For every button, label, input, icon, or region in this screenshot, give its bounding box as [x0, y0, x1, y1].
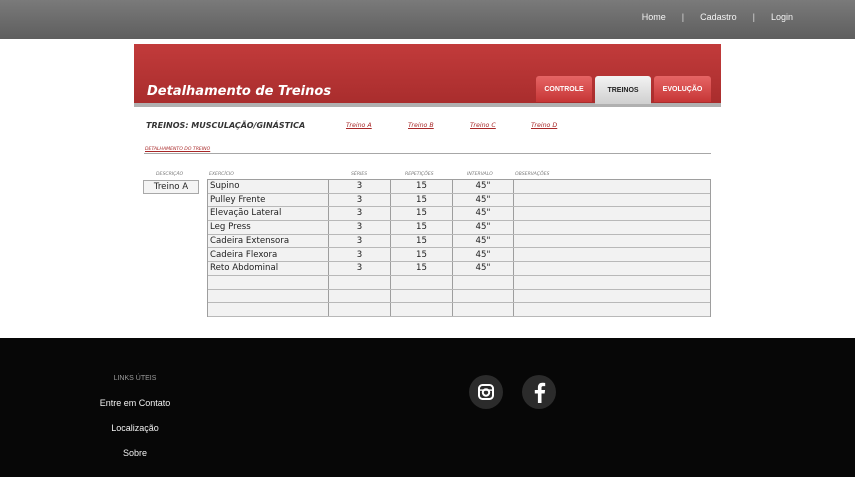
cell-repeticoes[interactable]: 15	[391, 194, 452, 208]
col-descricao-label: DESCRIÇÃO	[156, 172, 184, 177]
table-row: Elevação Lateral 3 15 45"	[208, 207, 710, 222]
cell-observacoes[interactable]	[515, 207, 709, 221]
cell-observacoes[interactable]	[515, 303, 709, 317]
cell-intervalo[interactable]: 45"	[453, 249, 513, 263]
cell-exercicio[interactable]: Cadeira Extensora	[210, 235, 326, 249]
cell-exercicio[interactable]	[210, 303, 326, 317]
table-row: Cadeira Extensora 3 15 45"	[208, 235, 710, 249]
cell-observacoes[interactable]	[515, 194, 709, 208]
footer-link-localizacao[interactable]: Localização	[55, 423, 215, 433]
tab-treinos[interactable]: TREINOS	[595, 76, 651, 104]
cell-observacoes[interactable]	[515, 262, 709, 276]
table-row	[208, 303, 710, 317]
cell-intervalo[interactable]: 45"	[453, 262, 513, 276]
section-title: TREINOS: MUSCULAÇÃO/GINÁSTICA	[146, 121, 306, 130]
cell-series[interactable]: 3	[329, 221, 390, 235]
cell-repeticoes[interactable]: 15	[391, 249, 452, 263]
nav-separator: |	[752, 12, 755, 22]
table-row: Reto Abdominal 3 15 45"	[208, 262, 710, 276]
cell-intervalo[interactable]: 45"	[453, 194, 513, 208]
treino-d-link[interactable]: Treino D	[531, 122, 557, 129]
cell-repeticoes[interactable]: 15	[391, 221, 452, 235]
treino-b-link[interactable]: Treino B	[408, 122, 434, 129]
cell-intervalo[interactable]	[453, 290, 513, 304]
cell-series[interactable]: 3	[329, 249, 390, 263]
cell-exercicio[interactable]: Elevação Lateral	[210, 207, 326, 221]
cell-exercicio[interactable]: Reto Abdominal	[210, 262, 326, 276]
cell-intervalo[interactable]: 45"	[453, 180, 513, 194]
col-intervalo-label: INTERVALO	[467, 172, 493, 177]
section-divider	[144, 153, 711, 154]
table-row: Leg Press 3 15 45"	[208, 221, 710, 235]
cell-observacoes[interactable]	[515, 180, 709, 194]
cell-intervalo[interactable]: 45"	[453, 235, 513, 249]
detail-subtitle: DETALHAMENTO DO TREINO	[145, 147, 211, 152]
nav-separator: |	[681, 12, 685, 22]
cell-observacoes[interactable]	[515, 290, 709, 304]
descricao-field[interactable]: Treino A	[143, 180, 199, 194]
footer-link-contato[interactable]: Entre em Contato	[55, 398, 215, 408]
cell-exercicio[interactable]: Leg Press	[210, 221, 326, 235]
cell-repeticoes[interactable]: 15	[391, 235, 452, 249]
footer-links-heading: LINKS ÚTEIS	[113, 375, 157, 382]
cell-repeticoes[interactable]	[391, 303, 452, 317]
cell-exercicio[interactable]	[210, 290, 326, 304]
col-exercicio-label: EXERCÍCIO	[209, 172, 234, 177]
cell-intervalo[interactable]	[453, 276, 513, 290]
cell-series[interactable]: 3	[329, 180, 390, 194]
table-row: Pulley Frente 3 15 45"	[208, 194, 710, 208]
table-row: Cadeira Flexora 3 15 45"	[208, 249, 710, 263]
top-navbar: Home | Cadastro | Login	[0, 0, 855, 39]
cell-series[interactable]: 3	[329, 235, 390, 249]
cell-intervalo[interactable]	[453, 303, 513, 317]
cell-repeticoes[interactable]	[391, 290, 452, 304]
facebook-icon	[534, 382, 546, 403]
col-observacoes-label: OBSERVAÇÕES	[515, 172, 550, 177]
cell-series[interactable]	[329, 290, 390, 304]
table-row: Supino 3 15 45"	[208, 180, 710, 194]
cell-series[interactable]	[329, 276, 390, 290]
cell-series[interactable]	[329, 303, 390, 317]
table-row	[208, 276, 710, 290]
cell-observacoes[interactable]	[515, 249, 709, 263]
nav-cadastro-link[interactable]: Cadastro	[700, 12, 737, 22]
tab-controle[interactable]: CONTROLE	[536, 76, 592, 102]
treino-c-link[interactable]: Treino C	[470, 122, 496, 129]
cell-observacoes[interactable]	[515, 221, 709, 235]
treino-a-link[interactable]: Treino A	[346, 122, 372, 129]
cell-intervalo[interactable]: 45"	[453, 221, 513, 235]
nav-login-link[interactable]: Login	[771, 12, 793, 22]
top-nav-links: Home | Cadastro | Login	[642, 12, 793, 22]
cell-repeticoes[interactable]: 15	[391, 262, 452, 276]
cell-exercicio[interactable]	[210, 276, 326, 290]
tab-evolucao[interactable]: EVOLUÇÃO	[654, 76, 711, 102]
cell-repeticoes[interactable]	[391, 276, 452, 290]
col-series-label: SÉRIES	[351, 172, 368, 177]
cell-observacoes[interactable]	[515, 235, 709, 249]
cell-repeticoes[interactable]: 15	[391, 180, 452, 194]
instagram-icon	[478, 384, 494, 400]
footer-link-sobre[interactable]: Sobre	[55, 448, 215, 458]
nav-home-link[interactable]: Home	[642, 12, 666, 22]
cell-exercicio[interactable]: Cadeira Flexora	[210, 249, 326, 263]
cell-exercicio[interactable]: Supino	[210, 180, 326, 194]
cell-series[interactable]: 3	[329, 194, 390, 208]
cell-series[interactable]: 3	[329, 207, 390, 221]
cell-repeticoes[interactable]: 15	[391, 207, 452, 221]
facebook-button[interactable]	[522, 375, 556, 409]
cell-observacoes[interactable]	[515, 276, 709, 290]
instagram-button[interactable]	[469, 375, 503, 409]
table-row	[208, 290, 710, 304]
cell-intervalo[interactable]: 45"	[453, 207, 513, 221]
col-repeticoes-label: REPETIÇÕES	[405, 172, 434, 177]
cell-series[interactable]: 3	[329, 262, 390, 276]
cell-exercicio[interactable]: Pulley Frente	[210, 194, 326, 208]
workout-table: Supino 3 15 45" Pulley Frente 3 15 45" Elevação …	[207, 179, 711, 317]
page-title: Detalhamento de Treinos	[147, 84, 332, 99]
